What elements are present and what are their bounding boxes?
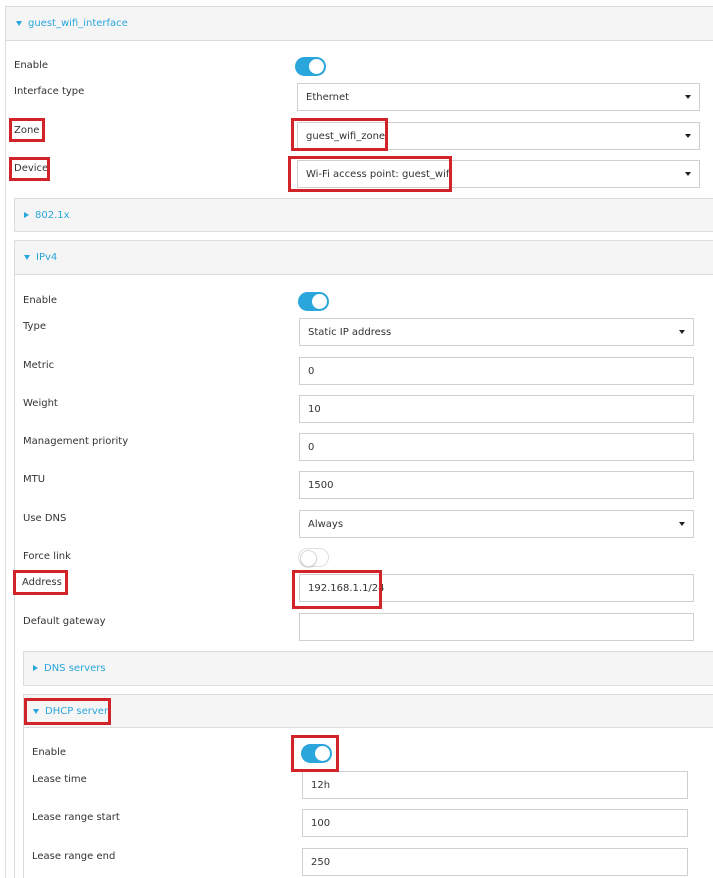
interface-type-select[interactable]: Ethernet bbox=[297, 83, 700, 111]
device-label: Device bbox=[14, 163, 49, 174]
collapse-arrow-icon bbox=[16, 20, 22, 26]
default-gateway-input[interactable] bbox=[299, 613, 694, 641]
lease-range-start-label: Lease range start bbox=[32, 812, 120, 823]
chevron-down-icon bbox=[685, 134, 691, 138]
lease-time-label: Lease time bbox=[32, 774, 87, 785]
address-input[interactable]: 192.168.1.1/24 bbox=[299, 574, 694, 602]
ipv4-section-header[interactable]: IPv4 bbox=[14, 240, 713, 275]
ipv4-enable-label: Enable bbox=[23, 295, 58, 306]
dhcp-section-header[interactable]: DHCP server bbox=[23, 694, 713, 728]
ipv4-enable-toggle[interactable] bbox=[298, 292, 329, 311]
metric-label: Metric bbox=[23, 360, 55, 371]
dns-servers-section-header[interactable]: DNS servers bbox=[23, 651, 713, 686]
ipv4-title: IPv4 bbox=[36, 252, 58, 263]
device-value: Wi-Fi access point: guest_wifi bbox=[306, 168, 453, 180]
chevron-down-icon bbox=[685, 172, 691, 176]
use-dns-label: Use DNS bbox=[23, 513, 67, 524]
ipv4-type-select[interactable]: Static IP address bbox=[299, 318, 694, 346]
expand-arrow-icon bbox=[33, 665, 38, 671]
mtu-input[interactable]: 1500 bbox=[299, 471, 694, 499]
address-label: Address bbox=[22, 577, 62, 588]
interface-type-value: Ethernet bbox=[306, 91, 350, 103]
ipv4-type-label: Type bbox=[23, 321, 46, 332]
dhcp-enable-toggle[interactable] bbox=[301, 744, 332, 763]
force-link-label: Force link bbox=[23, 551, 71, 562]
mtu-label: MTU bbox=[23, 474, 46, 485]
use-dns-select[interactable]: Always bbox=[299, 510, 694, 538]
ipv4-type-value: Static IP address bbox=[308, 326, 392, 338]
dhcp-enable-label: Enable bbox=[32, 747, 67, 758]
collapse-arrow-icon bbox=[33, 708, 39, 714]
expand-arrow-icon bbox=[24, 212, 29, 218]
chevron-down-icon bbox=[679, 522, 685, 526]
management-priority-input[interactable]: 0 bbox=[299, 433, 694, 461]
metric-input[interactable]: 0 bbox=[299, 357, 694, 385]
toggle-knob bbox=[300, 550, 317, 567]
lease-time-input[interactable]: 12h bbox=[302, 771, 688, 799]
enable-label: Enable bbox=[14, 60, 49, 71]
management-priority-label: Management priority bbox=[23, 436, 129, 447]
chevron-down-icon bbox=[685, 95, 691, 99]
interface-title: guest_wifi_interface bbox=[28, 18, 128, 29]
dns-servers-title: DNS servers bbox=[44, 663, 106, 674]
lease-range-end-label: Lease range end bbox=[32, 851, 116, 862]
toggle-knob bbox=[312, 294, 327, 309]
dot1x-section-header[interactable]: 802.1x bbox=[14, 198, 713, 232]
zone-value: guest_wifi_zone bbox=[306, 130, 386, 142]
toggle-knob bbox=[315, 746, 330, 761]
chevron-down-icon bbox=[679, 330, 685, 334]
zone-label: Zone bbox=[14, 125, 40, 136]
interface-panel-header[interactable]: guest_wifi_interface bbox=[5, 6, 713, 41]
dot1x-title: 802.1x bbox=[35, 210, 70, 221]
default-gateway-label: Default gateway bbox=[23, 616, 106, 627]
weight-input[interactable]: 10 bbox=[299, 395, 694, 423]
use-dns-value: Always bbox=[308, 518, 344, 530]
device-select[interactable]: Wi-Fi access point: guest_wifi bbox=[297, 160, 700, 188]
zone-select[interactable]: guest_wifi_zone bbox=[297, 122, 700, 150]
toggle-knob bbox=[309, 59, 324, 74]
force-link-toggle[interactable] bbox=[298, 548, 329, 567]
interface-type-label: Interface type bbox=[14, 86, 85, 97]
lease-range-end-input[interactable]: 250 bbox=[302, 848, 688, 876]
interface-enable-toggle[interactable] bbox=[295, 57, 326, 76]
collapse-arrow-icon bbox=[24, 254, 30, 260]
weight-label: Weight bbox=[23, 398, 58, 409]
lease-range-start-input[interactable]: 100 bbox=[302, 809, 688, 837]
dhcp-title: DHCP server bbox=[45, 706, 109, 717]
